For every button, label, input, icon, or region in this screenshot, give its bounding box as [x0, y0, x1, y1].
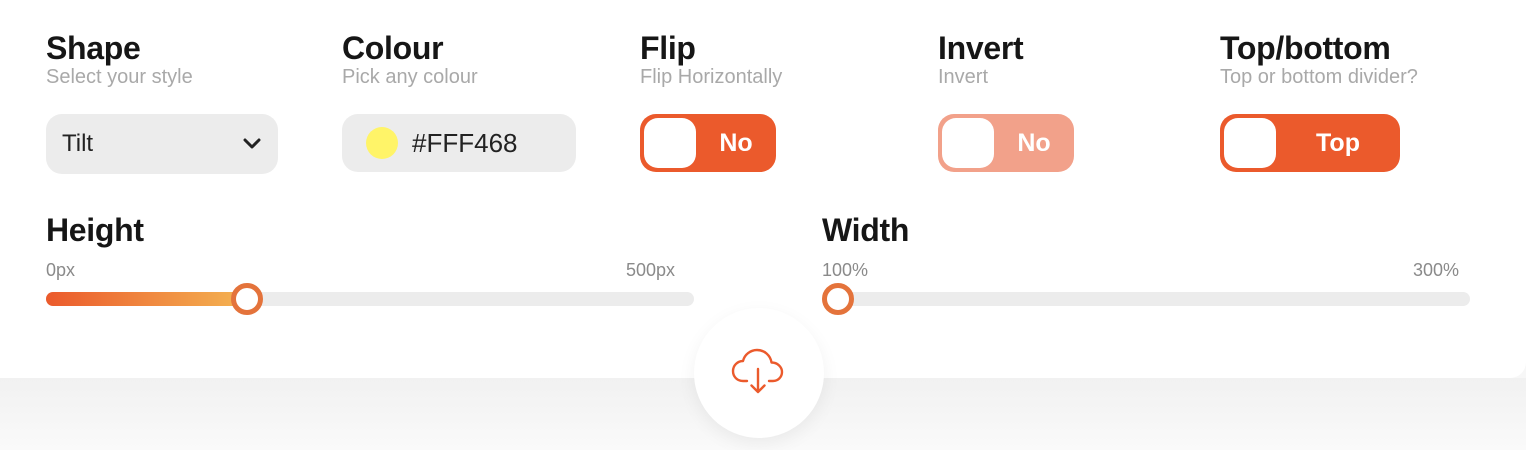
invert-title: Invert: [938, 30, 1024, 66]
position-subtitle: Top or bottom divider?: [1220, 66, 1418, 88]
invert-toggle-label: No: [1017, 128, 1051, 157]
colour-field: Colour Pick any colour #FFF468: [342, 28, 576, 172]
colour-picker[interactable]: #FFF468: [342, 114, 576, 172]
position-title: Top/bottom: [1220, 30, 1391, 66]
width-slider-track[interactable]: [822, 283, 1470, 315]
position-field: Top/bottom Top or bottom divider? Top: [1220, 28, 1418, 172]
colour-value: #FFF468: [412, 127, 518, 158]
height-min-label: 0px: [46, 260, 76, 280]
height-slider-track[interactable]: [46, 283, 694, 315]
width-min-label: 100%: [822, 260, 869, 280]
toggle-knob: [644, 118, 696, 168]
flip-toggle[interactable]: No: [640, 114, 776, 172]
colour-swatch[interactable]: [366, 127, 398, 159]
invert-subtitle: Invert: [938, 66, 989, 88]
cloud-download-icon: [730, 347, 788, 400]
flip-subtitle: Flip Horizontally: [640, 66, 783, 88]
toggle-knob: [1224, 118, 1276, 168]
width-title: Width: [822, 212, 910, 248]
position-toggle-label: Top: [1316, 128, 1360, 157]
position-toggle[interactable]: Top: [1220, 114, 1400, 172]
flip-title: Flip: [640, 30, 696, 66]
width-slider-thumb[interactable]: [822, 283, 854, 315]
colour-title: Colour: [342, 30, 444, 66]
shape-subtitle: Select your style: [46, 66, 193, 88]
download-button[interactable]: [694, 308, 824, 438]
toggle-knob: [942, 118, 994, 168]
invert-field: Invert Invert No: [938, 28, 1074, 172]
width-max-label: 300%: [1413, 260, 1460, 280]
flip-field: Flip Flip Horizontally No: [640, 28, 783, 172]
invert-toggle[interactable]: No: [938, 114, 1074, 172]
height-title: Height: [46, 212, 144, 248]
chevron-down-icon: [242, 134, 262, 154]
shape-select[interactable]: Tilt: [46, 114, 278, 174]
height-max-label: 500px: [626, 260, 676, 280]
height-slider-thumb[interactable]: [230, 283, 263, 315]
shape-field: Shape Select your style Tilt: [46, 28, 278, 174]
flip-toggle-label: No: [719, 128, 753, 157]
height-slider-fill: [46, 292, 247, 306]
shape-select-value: Tilt: [62, 130, 94, 157]
shape-title: Shape: [46, 30, 141, 66]
colour-subtitle: Pick any colour: [342, 66, 478, 88]
